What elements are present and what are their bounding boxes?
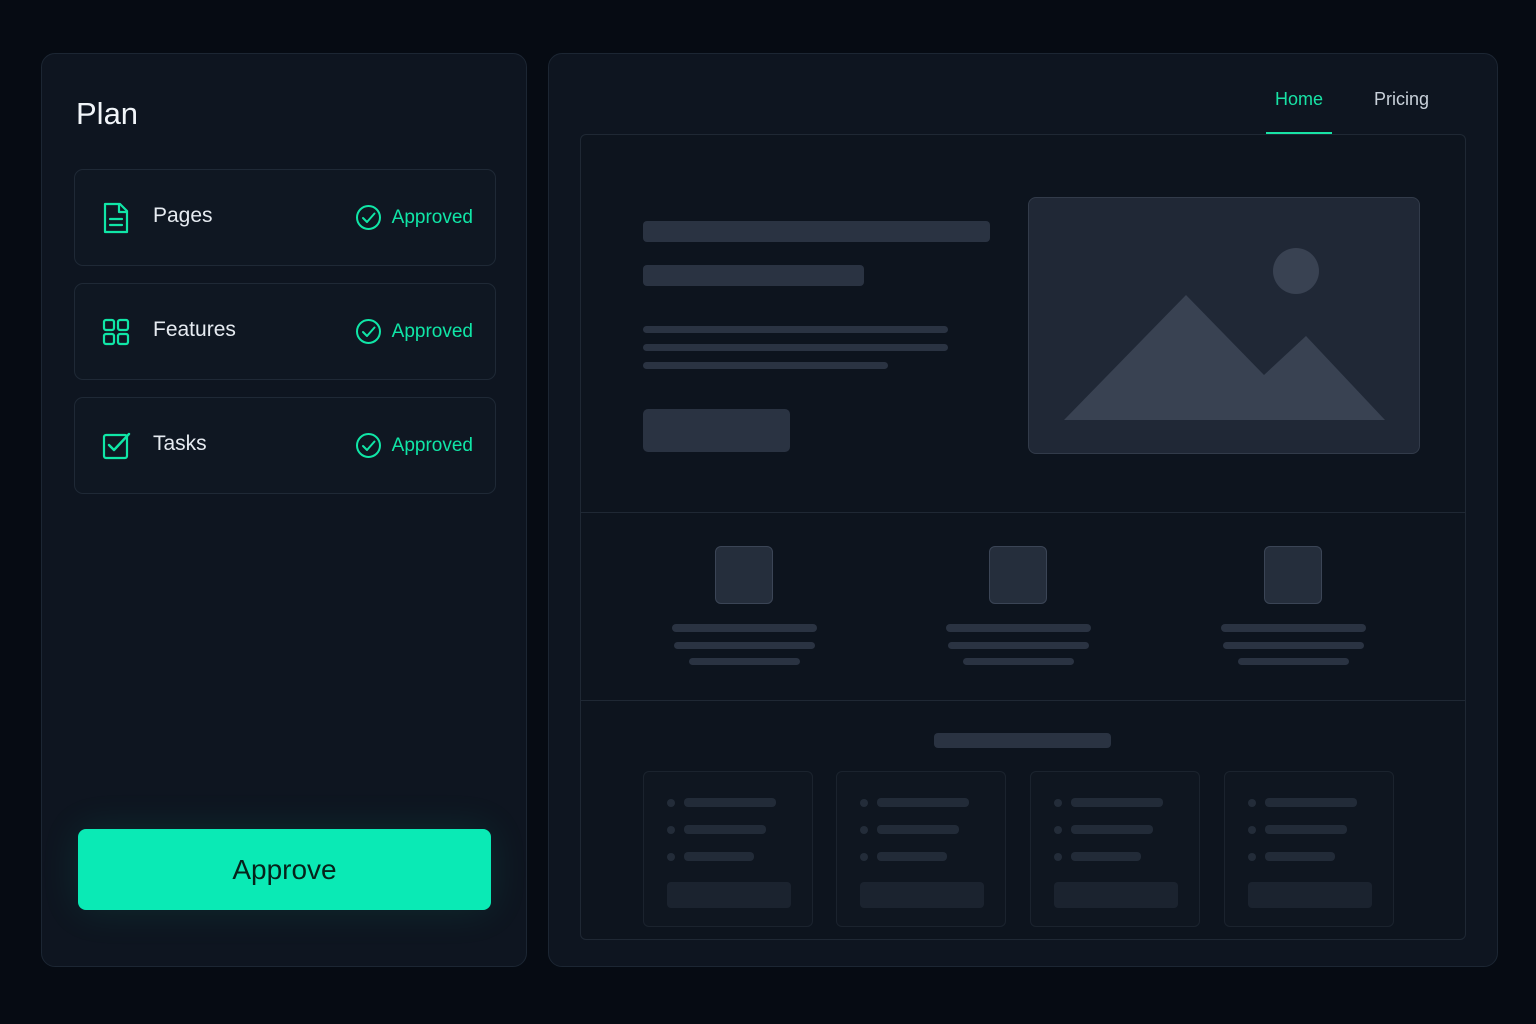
text-line-placeholder bbox=[684, 798, 776, 807]
status-label: Approved bbox=[391, 320, 473, 342]
text-line-placeholder bbox=[948, 642, 1089, 649]
bullet-placeholder bbox=[1054, 799, 1062, 807]
tab-pricing[interactable]: Pricing bbox=[1374, 89, 1429, 110]
card-button-placeholder bbox=[1248, 882, 1372, 908]
text-line-placeholder bbox=[1071, 825, 1153, 834]
text-line-placeholder bbox=[643, 326, 948, 333]
approve-button[interactable]: Approve bbox=[78, 829, 491, 910]
bullet-placeholder bbox=[1054, 853, 1062, 861]
text-line-placeholder bbox=[1071, 798, 1163, 807]
text-line-placeholder bbox=[1265, 825, 1347, 834]
plan-panel: Plan Pages Approved Features Approved Ta… bbox=[41, 53, 527, 967]
status-badge: Approved bbox=[355, 204, 473, 231]
check-circle-icon bbox=[355, 205, 381, 230]
grid-icon bbox=[102, 318, 130, 346]
bullet-placeholder bbox=[1054, 826, 1062, 834]
text-line-placeholder bbox=[684, 852, 754, 861]
feature-icon-placeholder bbox=[1264, 546, 1322, 604]
text-line-placeholder bbox=[1238, 658, 1349, 665]
card-button-placeholder bbox=[667, 882, 791, 908]
plan-item-label: Features bbox=[153, 318, 236, 341]
section-divider bbox=[581, 700, 1465, 701]
plan-item-tasks[interactable]: Tasks Approved bbox=[74, 397, 496, 494]
document-icon bbox=[103, 202, 129, 234]
pricing-card-placeholder bbox=[1224, 771, 1394, 927]
hero-image-placeholder bbox=[1028, 197, 1420, 454]
bullet-placeholder bbox=[1248, 799, 1256, 807]
plan-item-features[interactable]: Features Approved bbox=[74, 283, 496, 380]
text-line-placeholder bbox=[1265, 852, 1335, 861]
card-button-placeholder bbox=[1054, 882, 1178, 908]
plan-title: Plan bbox=[76, 96, 139, 131]
text-line-placeholder bbox=[877, 798, 969, 807]
text-line-placeholder bbox=[1265, 798, 1357, 807]
page-preview-frame bbox=[580, 134, 1466, 940]
plan-item-pages[interactable]: Pages Approved bbox=[74, 169, 496, 266]
text-line-placeholder bbox=[1071, 852, 1141, 861]
bullet-placeholder bbox=[1248, 853, 1256, 861]
text-line-placeholder bbox=[1221, 624, 1366, 632]
check-circle-icon bbox=[355, 319, 381, 344]
bullet-placeholder bbox=[860, 853, 868, 861]
status-badge: Approved bbox=[355, 318, 473, 345]
text-line-placeholder bbox=[674, 642, 815, 649]
tab-home[interactable]: Home bbox=[1275, 89, 1323, 110]
text-line-placeholder bbox=[643, 362, 888, 369]
status-badge: Approved bbox=[355, 432, 473, 459]
hero-subheading-placeholder bbox=[643, 265, 864, 286]
text-line-placeholder bbox=[963, 658, 1074, 665]
text-line-placeholder bbox=[684, 825, 766, 834]
bullet-placeholder bbox=[1248, 826, 1256, 834]
bullet-placeholder bbox=[667, 826, 675, 834]
section-divider bbox=[581, 512, 1465, 513]
feature-icon-placeholder bbox=[715, 546, 773, 604]
feature-icon-placeholder bbox=[989, 546, 1047, 604]
hero-button-placeholder bbox=[643, 409, 790, 452]
card-button-placeholder bbox=[860, 882, 984, 908]
bullet-placeholder bbox=[667, 799, 675, 807]
text-line-placeholder bbox=[1223, 642, 1364, 649]
status-label: Approved bbox=[391, 434, 473, 456]
preview-panel: Home Pricing bbox=[548, 53, 1498, 967]
status-label: Approved bbox=[391, 206, 473, 228]
text-line-placeholder bbox=[689, 658, 800, 665]
text-line-placeholder bbox=[877, 825, 959, 834]
pricing-card-placeholder bbox=[836, 771, 1006, 927]
hero-heading-placeholder bbox=[643, 221, 990, 242]
checkbox-icon bbox=[102, 432, 131, 460]
bullet-placeholder bbox=[667, 853, 675, 861]
image-icon bbox=[1064, 248, 1385, 420]
plan-item-label: Pages bbox=[153, 204, 213, 227]
section-heading-placeholder bbox=[934, 733, 1111, 748]
text-line-placeholder bbox=[672, 624, 817, 632]
bullet-placeholder bbox=[860, 826, 868, 834]
plan-item-label: Tasks bbox=[153, 432, 207, 455]
check-circle-icon bbox=[355, 433, 381, 458]
text-line-placeholder bbox=[643, 344, 948, 351]
text-line-placeholder bbox=[946, 624, 1091, 632]
text-line-placeholder bbox=[877, 852, 947, 861]
bullet-placeholder bbox=[860, 799, 868, 807]
pricing-card-placeholder bbox=[1030, 771, 1200, 927]
pricing-card-placeholder bbox=[643, 771, 813, 927]
